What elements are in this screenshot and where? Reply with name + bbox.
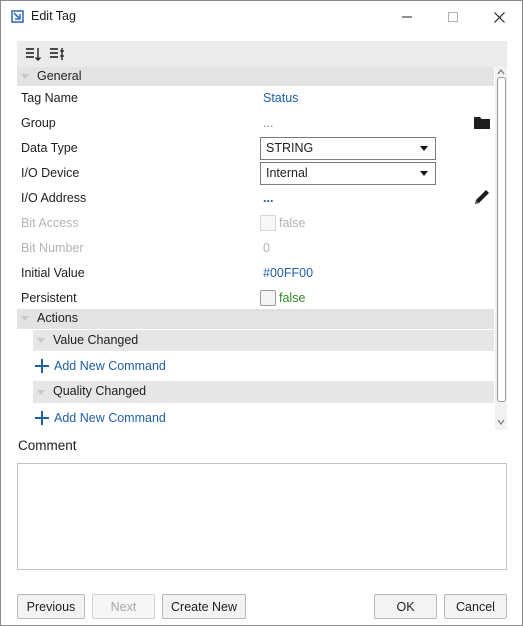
row-bit-access: Bit Access false	[17, 211, 494, 236]
row-bit-number: Bit Number 0	[17, 236, 494, 261]
plus-icon	[35, 359, 49, 373]
property-grid: General Tag Name Status Group ... Data T…	[17, 41, 507, 430]
comment-label: Comment	[18, 438, 77, 453]
scrollbar-thumb[interactable]	[497, 77, 506, 402]
close-button[interactable]	[476, 1, 522, 33]
io-device-selected: Internal	[266, 166, 308, 180]
section-general-label: General	[37, 69, 82, 83]
group-value[interactable]: ...	[263, 116, 273, 130]
scroll-down-icon[interactable]	[497, 418, 505, 426]
bit-access-checkbox	[260, 215, 276, 231]
collapse-triangle-icon	[21, 316, 29, 321]
group-label: Group	[21, 116, 56, 130]
io-device-select[interactable]: Internal	[260, 162, 436, 185]
comment-textarea[interactable]	[17, 463, 507, 570]
minimize-button[interactable]	[384, 1, 430, 33]
previous-button[interactable]: Previous	[17, 594, 85, 619]
row-data-type: Data Type STRING	[17, 136, 494, 161]
section-quality-changed-label: Quality Changed	[53, 384, 147, 398]
persistent-label: Persistent	[21, 291, 77, 305]
chevron-down-icon	[420, 171, 428, 176]
section-quality-changed[interactable]: Quality Changed	[33, 381, 494, 403]
value-changed-add-command[interactable]: Add New Command	[17, 354, 494, 378]
io-address-value[interactable]: ...	[263, 191, 273, 205]
section-general[interactable]: General	[17, 67, 494, 86]
sort-ascending-button[interactable]	[23, 44, 43, 64]
data-type-selected: STRING	[266, 141, 314, 155]
folder-icon[interactable]	[473, 114, 491, 132]
pencil-icon[interactable]	[473, 188, 491, 206]
property-grid-toolbar	[17, 41, 507, 67]
row-group: Group ...	[17, 111, 494, 136]
title-bar: Edit Tag	[1, 1, 522, 33]
vertical-scrollbar[interactable]	[495, 67, 507, 430]
tag-name-value[interactable]: Status	[263, 91, 298, 105]
add-command-label: Add New Command	[54, 359, 166, 373]
collapse-triangle-icon	[37, 338, 45, 343]
row-tag-name: Tag Name Status	[17, 86, 494, 111]
ok-button[interactable]: OK	[374, 594, 437, 619]
row-io-address: I/O Address ...	[17, 186, 494, 211]
collapse-triangle-icon	[21, 74, 29, 79]
tag-name-label: Tag Name	[21, 91, 78, 105]
sort-category-icon	[50, 48, 64, 60]
initial-value-label: Initial Value	[21, 266, 85, 280]
bit-number-value: 0	[263, 241, 270, 255]
minimize-icon	[402, 16, 412, 18]
window-title: Edit Tag	[31, 9, 76, 23]
row-initial-value: Initial Value #00FF00	[17, 261, 494, 286]
persistent-value: false	[279, 291, 306, 305]
cancel-button[interactable]: Cancel	[444, 594, 507, 619]
section-value-changed-label: Value Changed	[53, 333, 139, 347]
maximize-icon	[448, 12, 458, 22]
row-io-device: I/O Device Internal	[17, 161, 494, 186]
row-persistent: Persistent false	[17, 286, 494, 311]
data-type-select[interactable]: STRING	[260, 137, 436, 160]
bit-number-label: Bit Number	[21, 241, 84, 255]
maximize-button[interactable]	[430, 1, 476, 33]
io-device-label: I/O Device	[21, 166, 80, 180]
app-logo-icon	[11, 10, 24, 23]
section-actions[interactable]: Actions	[17, 309, 494, 329]
add-command-label: Add New Command	[54, 411, 166, 425]
next-button[interactable]: Next	[92, 594, 155, 619]
bit-access-value: false	[279, 216, 306, 230]
collapse-triangle-icon	[37, 390, 45, 395]
quality-changed-add-command[interactable]: Add New Command	[17, 406, 494, 430]
section-actions-label: Actions	[37, 311, 78, 325]
initial-value-value[interactable]: #00FF00	[263, 266, 313, 280]
data-type-label: Data Type	[21, 141, 78, 155]
io-address-label: I/O Address	[21, 191, 87, 205]
sort-category-button[interactable]	[47, 44, 67, 64]
sort-ascending-icon	[26, 48, 41, 61]
bit-access-label: Bit Access	[21, 216, 79, 230]
close-icon	[493, 11, 505, 23]
scroll-up-icon[interactable]	[497, 68, 505, 76]
edit-tag-window: Edit Tag General Tag Name Status Group .…	[0, 0, 523, 626]
chevron-down-icon	[420, 146, 428, 151]
section-value-changed[interactable]: Value Changed	[33, 330, 494, 351]
persistent-checkbox[interactable]	[260, 290, 276, 306]
plus-icon	[35, 411, 49, 425]
create-new-button[interactable]: Create New	[162, 594, 246, 619]
